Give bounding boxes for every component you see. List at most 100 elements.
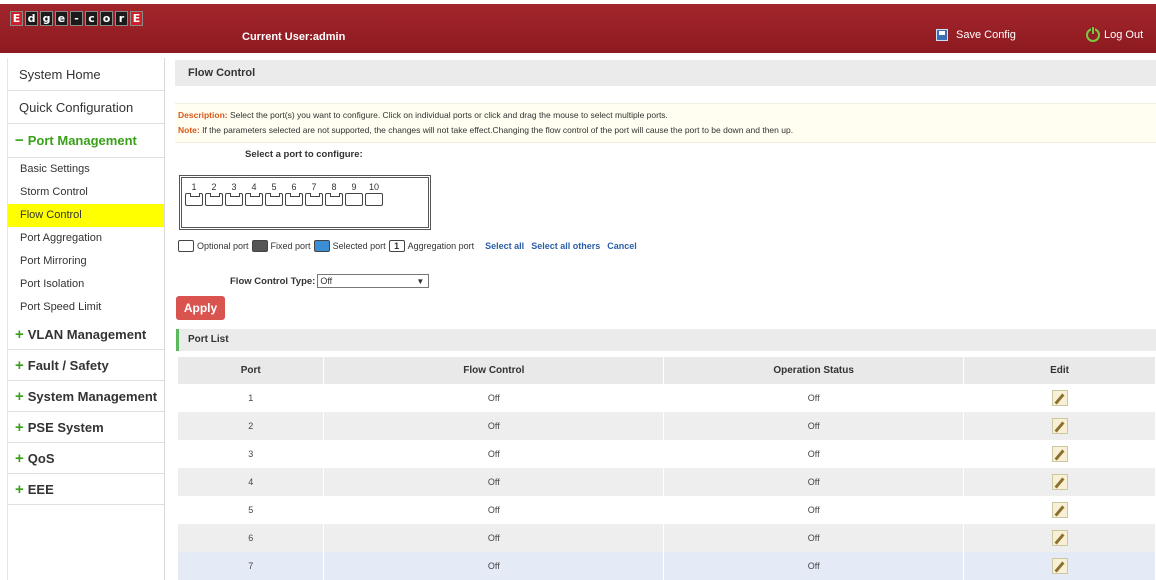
logo-letter: g — [40, 11, 53, 26]
port-management-submenu: Basic Settings Storm Control Flow Control P… — [8, 158, 164, 319]
edit-icon[interactable] — [1051, 502, 1068, 518]
port-number: 1 — [191, 182, 197, 192]
column-header-port: Port — [178, 357, 325, 384]
operation-status-cell: Off — [663, 384, 965, 412]
expand-icon: + — [15, 481, 24, 498]
edit-cell — [963, 384, 1156, 412]
table-header-row: Port Flow Control Operation Status Edit — [178, 357, 1156, 384]
operation-status-cell: Off — [663, 552, 965, 580]
port-number: 7 — [311, 182, 317, 192]
edit-cell — [963, 496, 1156, 524]
port-icon — [265, 193, 283, 206]
port-cell: 4 — [178, 468, 325, 496]
sidebar-groups: + VLAN Management + Fault / Safety + System M… — [8, 319, 164, 505]
sidebar-item-port-mirroring[interactable]: Port Mirroring — [8, 250, 164, 273]
table-row: 6 Off Off — [178, 524, 1156, 552]
cancel-link[interactable]: Cancel — [607, 241, 637, 251]
port-cell: 7 — [178, 552, 325, 580]
port-5[interactable]: 5 — [264, 182, 284, 206]
port-7[interactable]: 7 — [304, 182, 324, 206]
select-all-link[interactable]: Select all — [485, 241, 524, 251]
operation-status-cell: Off — [663, 468, 965, 496]
flow-control-type-label: Flow Control Type: — [230, 275, 316, 287]
port-number: 2 — [211, 182, 217, 192]
sidebar-group-port-management[interactable]: − Port Management — [8, 124, 164, 158]
note-line: Note: If the parameters selected are not… — [178, 123, 1153, 138]
table-row: 7 Off Off — [178, 552, 1156, 580]
edit-icon[interactable] — [1051, 474, 1068, 490]
port-3[interactable]: 3 — [224, 182, 244, 206]
table-row: 4 Off Off — [178, 468, 1156, 496]
port-icon — [225, 193, 243, 206]
logo-letter: o — [100, 11, 113, 26]
sidebar-item-storm-control[interactable]: Storm Control — [8, 181, 164, 204]
edit-cell — [963, 412, 1156, 440]
port-cell: 5 — [178, 496, 325, 524]
edit-icon[interactable] — [1051, 446, 1068, 462]
description-line: Description: Select the port(s) you want… — [178, 108, 1153, 123]
port-icon — [185, 193, 203, 206]
description-text: Select the port(s) you want to configure… — [227, 110, 668, 120]
sidebar-item-port-aggregation[interactable]: Port Aggregation — [8, 227, 164, 250]
port-number: 3 — [231, 182, 237, 192]
sidebar-group-pse-system[interactable]: + PSE System — [8, 412, 164, 443]
sidebar-item-flow-control[interactable]: Flow Control — [8, 204, 164, 227]
legend-selected-label: Selected port — [332, 241, 386, 251]
header: Edge-corE Current User:admin Save Config… — [0, 0, 1156, 58]
flow-control-type-value: Off — [320, 276, 333, 286]
edit-icon[interactable] — [1051, 390, 1068, 406]
table-body: 1 Off Off 2 Off Off 3 Off Off 4 Off Off 5 Off Off 6 Off O… — [178, 384, 1156, 580]
table-row: 5 Off Off — [178, 496, 1156, 524]
edit-icon[interactable] — [1051, 530, 1068, 546]
port-icon — [325, 193, 343, 206]
port-1[interactable]: 1 — [184, 182, 204, 206]
port-list-table: Port Flow Control Operation Status Edit 1 Of… — [178, 357, 1156, 580]
edit-icon[interactable] — [1051, 558, 1068, 574]
logo-letter: r — [115, 11, 128, 26]
sidebar-item-port-isolation[interactable]: Port Isolation — [8, 273, 164, 296]
port-icon — [365, 193, 383, 206]
port-8[interactable]: 8 — [324, 182, 344, 206]
main-content: Flow Control Description: Select the por… — [175, 60, 1156, 580]
port-9[interactable]: 9 — [344, 182, 364, 206]
expand-icon: + — [15, 388, 24, 405]
sidebar-item-quick-configuration[interactable]: Quick Configuration — [8, 91, 164, 124]
port-icon — [285, 193, 303, 206]
sidebar-group-qos[interactable]: + QoS — [8, 443, 164, 474]
power-icon — [1086, 26, 1100, 42]
port-list-title: Port List — [176, 329, 1156, 351]
legend-aggregation-label: Aggregation port — [407, 241, 475, 251]
fixed-port-icon — [251, 240, 268, 252]
log-out-button[interactable]: Log Out — [1086, 26, 1143, 42]
save-config-button[interactable]: Save Config — [936, 29, 1016, 41]
top-bar: Edge-corE Current User:admin Save Config… — [0, 4, 1156, 53]
sidebar-group-label: System Management — [27, 389, 158, 404]
sidebar-item-port-speed-limit[interactable]: Port Speed Limit — [8, 296, 164, 319]
port-10[interactable]: 10 — [364, 182, 384, 206]
sidebar-group-fault-safety[interactable]: + Fault / Safety — [8, 350, 164, 381]
sidebar-group-system-management[interactable]: + System Management — [8, 381, 164, 412]
select-all-others-link[interactable]: Select all others — [531, 241, 600, 251]
flow-control-cell: Off — [323, 468, 665, 496]
port-4[interactable]: 4 — [244, 182, 264, 206]
port-number: 9 — [351, 182, 357, 192]
port-legend: Optional port Fixed port Selected port 1… — [178, 240, 637, 252]
page-title: Flow Control — [175, 60, 1156, 86]
apply-button[interactable]: Apply — [176, 296, 225, 320]
collapse-icon: − — [15, 132, 24, 149]
flow-control-type-select[interactable]: Off ▼ — [317, 274, 430, 288]
logo-letter: - — [70, 11, 83, 26]
edit-icon[interactable] — [1051, 418, 1068, 434]
sidebar: System Home Quick Configuration − Port Ma… — [7, 58, 165, 580]
sidebar-item-system-home[interactable]: System Home — [8, 58, 164, 91]
sidebar-group-vlan-management[interactable]: + VLAN Management — [8, 319, 164, 350]
flow-control-cell: Off — [323, 440, 665, 468]
sidebar-item-basic-settings[interactable]: Basic Settings — [8, 158, 164, 181]
port-2[interactable]: 2 — [204, 182, 224, 206]
sidebar-group-eee[interactable]: + EEE — [8, 474, 164, 505]
flow-control-cell: Off — [323, 552, 665, 580]
expand-icon: + — [15, 419, 24, 436]
port-6[interactable]: 6 — [284, 182, 304, 206]
port-cell: 6 — [178, 524, 325, 552]
flow-control-cell: Off — [323, 412, 665, 440]
